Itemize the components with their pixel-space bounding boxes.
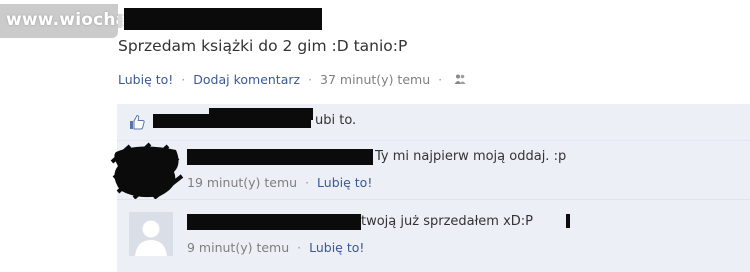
liker-names-redacted-2 (209, 108, 313, 120)
commenter-name-redacted (187, 149, 373, 165)
separator: · (297, 240, 302, 255)
comment-meta: 19 minut(y) temu · Lubię to! (187, 175, 372, 190)
comment-text: Ty mi najpierw moją oddaj. :p (375, 149, 567, 164)
timestamp[interactable]: 37 minut(y) temu (320, 72, 430, 87)
default-avatar-icon[interactable] (129, 212, 173, 256)
comment-text: twoją już sprzedałem xD:P (361, 214, 534, 229)
add-comment-link[interactable]: Dodaj komentarz (193, 72, 300, 87)
separator: · (305, 175, 310, 190)
separator: · (438, 72, 443, 87)
comment: Ty mi najpierw moją oddaj. :p 19 minut(y… (117, 141, 750, 199)
comment: twoją już sprzedałem xD:P 9 minut(y) tem… (117, 200, 750, 272)
people-icon[interactable] (454, 73, 466, 85)
comment-like-link[interactable]: Lubię to! (309, 240, 364, 255)
comment-timestamp[interactable]: 9 minut(y) temu (187, 240, 289, 255)
commenter-name-redacted (187, 214, 361, 230)
emoticon-redacted (566, 214, 570, 228)
likes-text: ubi to. (315, 113, 357, 128)
likes-box: ubi to. (117, 104, 750, 141)
comment-timestamp[interactable]: 19 minut(y) temu (187, 175, 297, 190)
facebook-post: www.wiocha.pl Sprzedam książki do 2 gim … (0, 0, 750, 272)
watermark-tail (118, 14, 122, 28)
watermark: www.wiocha.pl (0, 4, 152, 38)
comment-like-link[interactable]: Lubię to! (317, 175, 372, 190)
like-link[interactable]: Lubię to! (118, 72, 173, 87)
separator: · (308, 72, 313, 87)
thumbs-up-icon (130, 114, 145, 130)
status-actions: Lubię to! · Dodaj komentarz · 37 minut(y… (118, 72, 466, 87)
comment-meta: 9 minut(y) temu · Lubię to! (187, 240, 364, 255)
separator: · (181, 72, 186, 87)
author-name-redacted (124, 8, 322, 30)
status-text: Sprzedam książki do 2 gim :D tanio:P (118, 37, 408, 55)
avatar-redacted (110, 142, 184, 200)
